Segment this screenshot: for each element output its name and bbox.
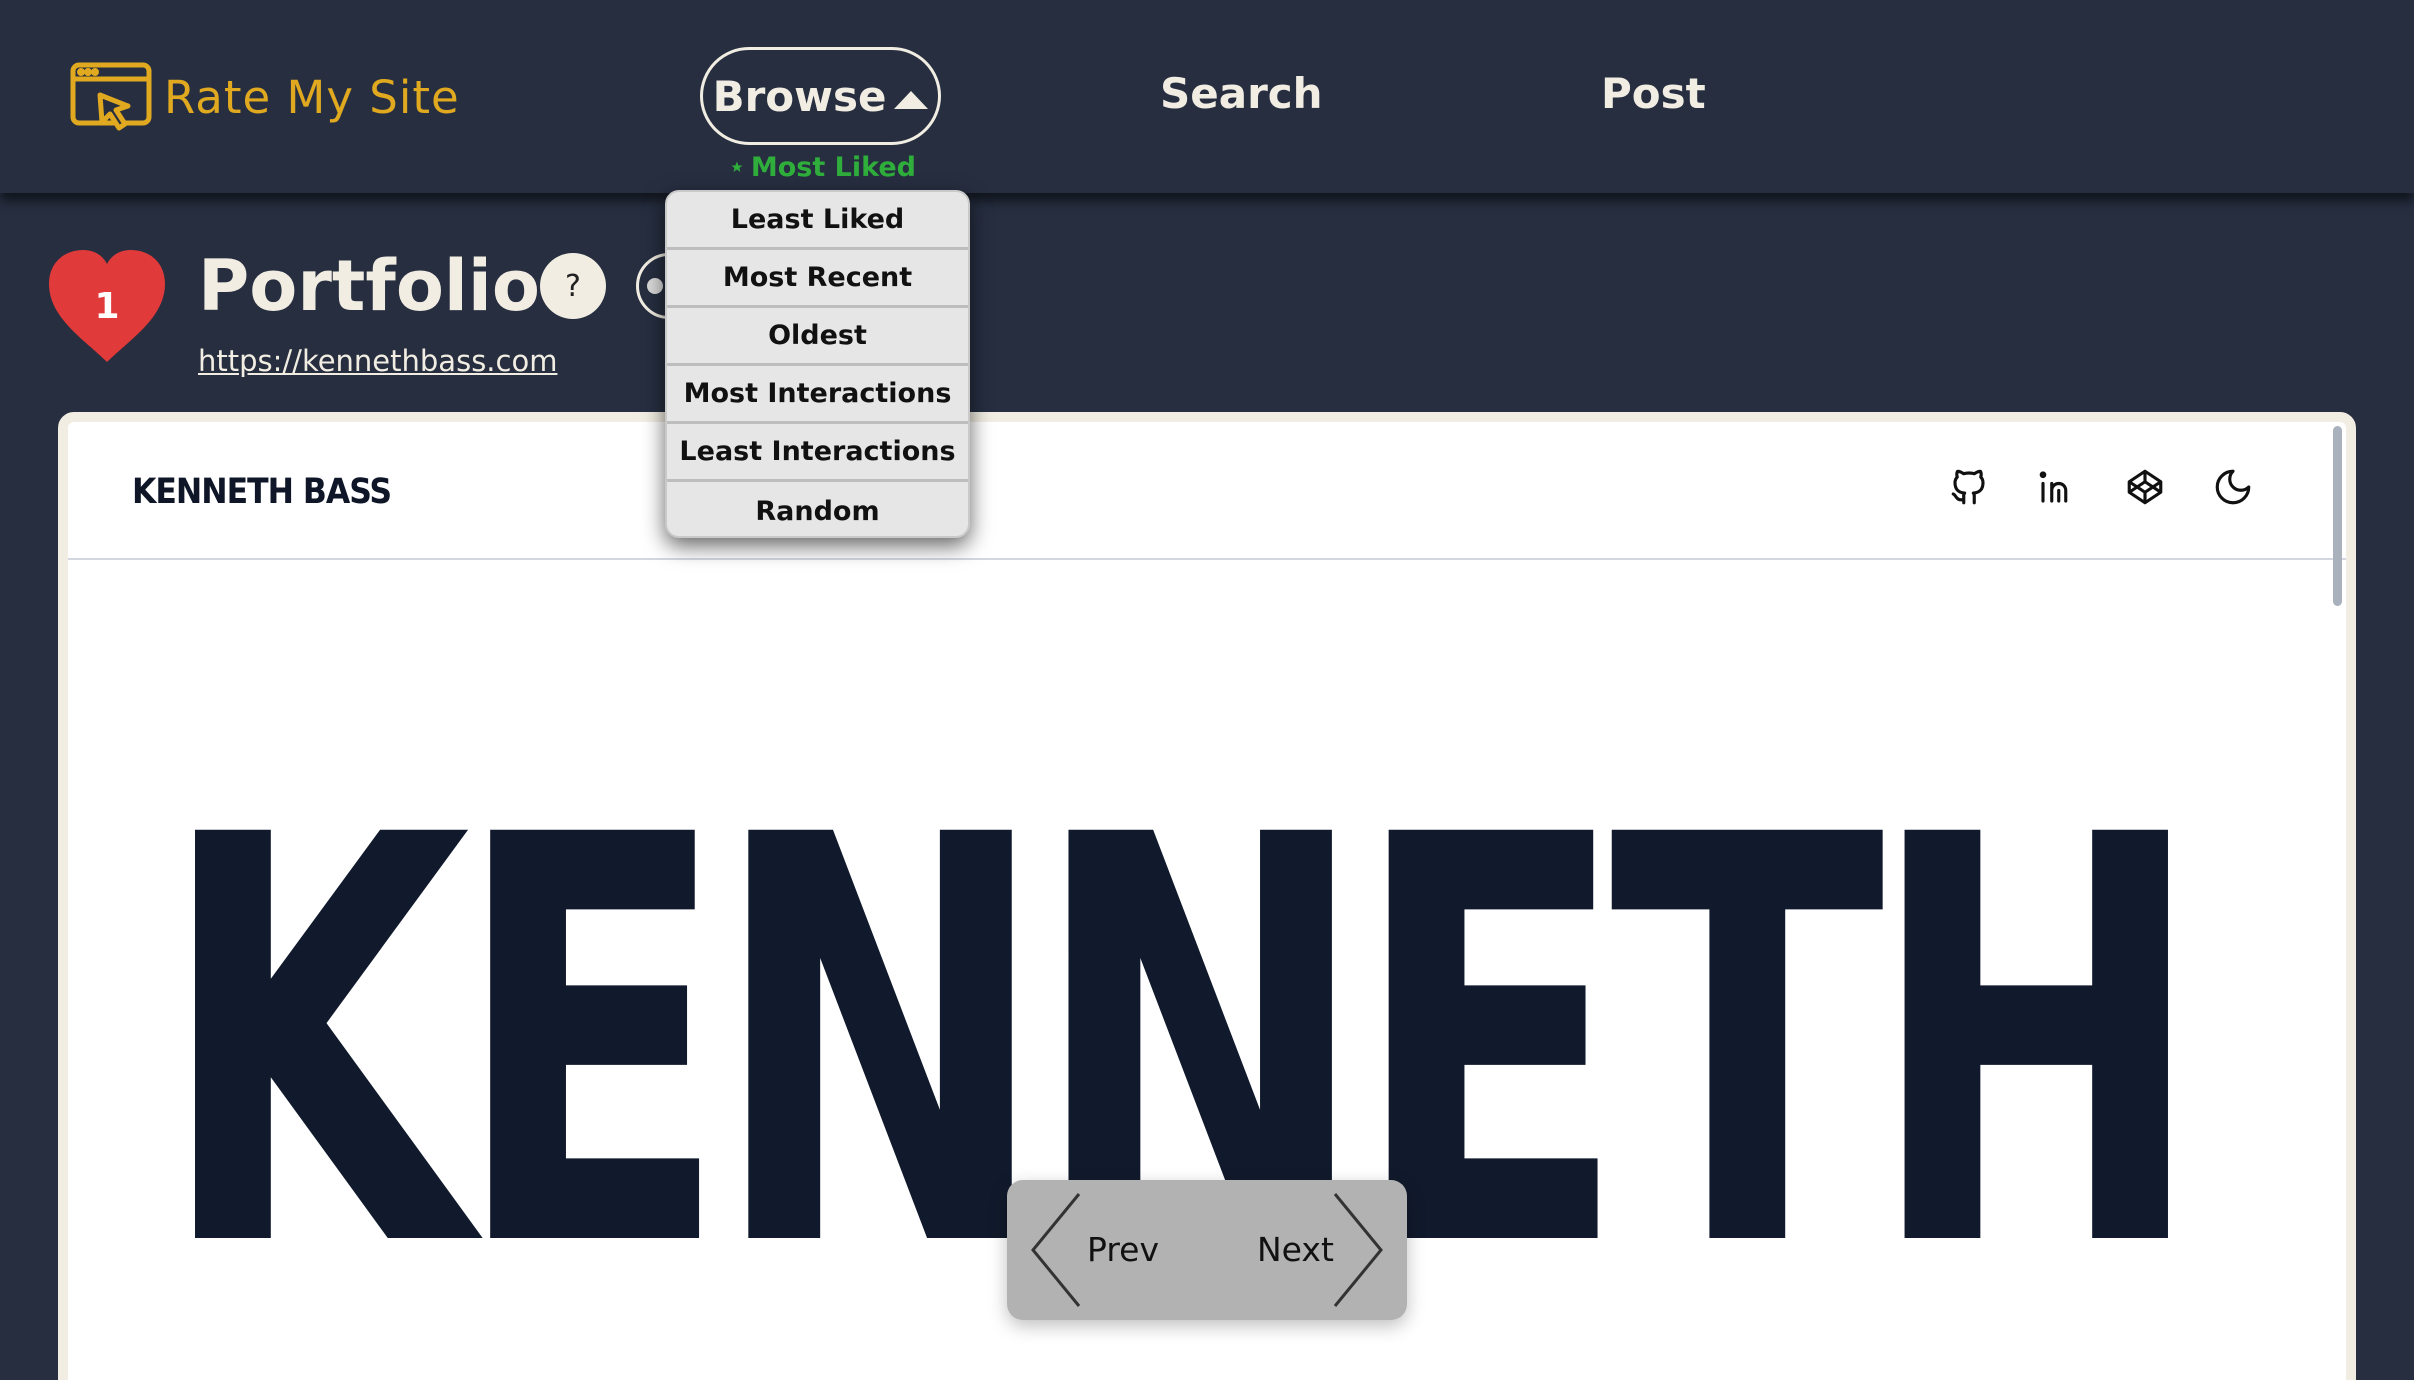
caret-up-icon — [894, 91, 929, 109]
star-icon — [731, 161, 743, 172]
sort-option-oldest[interactable]: Oldest — [667, 308, 968, 366]
preview-social-icons — [1948, 466, 2254, 508]
nav-post-link[interactable]: Post — [1601, 62, 1706, 124]
help-button[interactable]: ? — [540, 253, 606, 319]
site-title: Portfolio — [198, 245, 541, 327]
prev-button[interactable]: Prev — [1087, 1224, 1159, 1276]
sort-option-most-interactions[interactable]: Most Interactions — [667, 366, 968, 424]
like-button[interactable]: 1 — [45, 248, 169, 364]
site-url-link[interactable]: https://kennethbass.com — [198, 340, 557, 382]
github-icon[interactable] — [1948, 466, 1990, 508]
sort-option-least-interactions[interactable]: Least Interactions — [667, 424, 968, 482]
site-logo-link[interactable]: Rate My Site — [70, 62, 460, 132]
browse-label: Browse — [712, 71, 887, 121]
like-count: 1 — [94, 286, 120, 327]
preview-header: KENNETH BASS — [68, 422, 2346, 560]
sort-option-random[interactable]: Random — [667, 482, 968, 536]
sort-dropdown-menu: Least Liked Most Recent Oldest Most Inte… — [665, 190, 970, 538]
sort-option-most-recent[interactable]: Most Recent — [667, 250, 968, 308]
current-sort-label: Most Liked — [750, 151, 916, 183]
preview-brand[interactable]: KENNETH BASS — [132, 470, 392, 514]
moon-icon[interactable] — [2212, 466, 2254, 508]
nav-search-link[interactable]: Search — [1160, 62, 1323, 124]
top-navbar: Rate My Site Browse Most Liked Search Po… — [0, 0, 2414, 193]
next-button[interactable]: Next — [1257, 1224, 1334, 1276]
pager-controls: Prev Next — [1007, 1180, 1407, 1320]
browser-cursor-icon — [70, 62, 152, 131]
browse-dropdown-toggle[interactable]: Browse — [700, 47, 941, 145]
logo-text: Rate My Site — [164, 70, 460, 124]
chevron-right-icon[interactable] — [1329, 1190, 1389, 1310]
linkedin-icon[interactable] — [2036, 466, 2078, 508]
preview-hero-text: KENNETH — [158, 719, 2205, 1371]
sort-option-least-liked[interactable]: Least Liked — [667, 192, 968, 250]
current-sort-indicator: Most Liked — [731, 150, 916, 184]
codepen-icon[interactable] — [2124, 466, 2166, 508]
preview-scrollbar[interactable] — [2333, 426, 2342, 606]
chevron-left-icon[interactable] — [1025, 1190, 1085, 1310]
share-icon — [647, 278, 663, 294]
